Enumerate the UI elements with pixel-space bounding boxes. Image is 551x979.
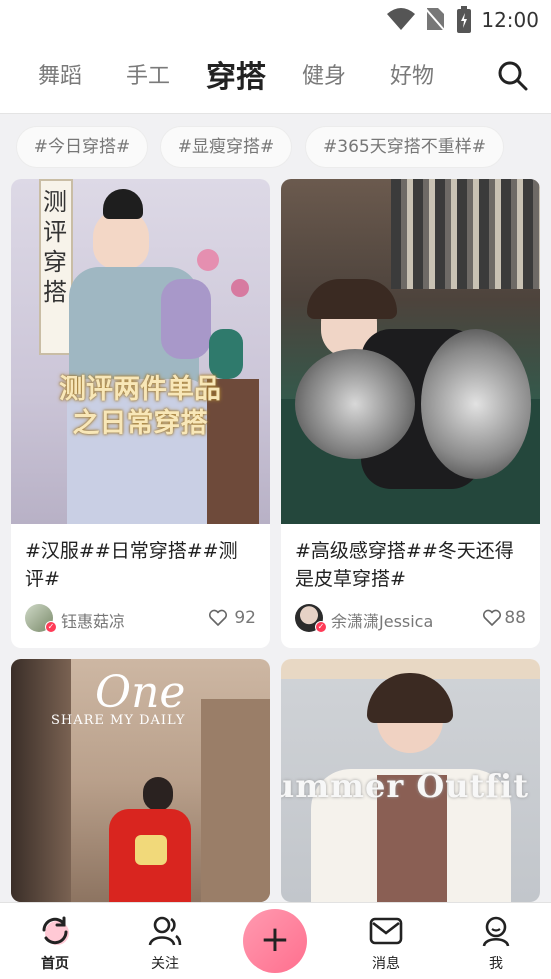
nav-follow[interactable]: 关注 bbox=[135, 913, 195, 973]
plus-icon: + bbox=[259, 919, 291, 960]
figure-sleeve bbox=[161, 279, 211, 359]
author-name[interactable]: 余潇潇Jessica bbox=[331, 608, 433, 632]
overlay-title: 之日常穿搭 bbox=[72, 408, 208, 439]
nav-messages[interactable]: 消息 bbox=[356, 913, 416, 973]
card-image: 测评穿搭 测评两件单品 之日常穿搭 bbox=[11, 179, 270, 524]
card-caption: #高级感穿搭##冬天还得是皮草穿搭# bbox=[295, 540, 514, 590]
overlay-subtitle: SHARE MY DAILY bbox=[51, 713, 186, 728]
like-count: 92 bbox=[234, 608, 256, 628]
sweater-print bbox=[135, 835, 167, 865]
wall bbox=[201, 699, 270, 902]
feed-card[interactable]: One SHARE MY DAILY bbox=[11, 659, 270, 902]
tab-handcraft[interactable]: 手工 bbox=[126, 58, 170, 90]
like-count: 88 bbox=[504, 608, 526, 628]
verified-icon: ✓ bbox=[45, 621, 57, 633]
card-image: One SHARE MY DAILY bbox=[11, 659, 270, 902]
author-name[interactable]: 钰惠菇凉 bbox=[61, 608, 125, 632]
profile-icon bbox=[482, 916, 510, 947]
overlay-script-text: One bbox=[95, 667, 186, 718]
fur-coat bbox=[421, 329, 531, 479]
nav-me[interactable]: 我 bbox=[466, 913, 526, 973]
overlay-text: ummer Outfit bbox=[281, 767, 529, 805]
figure-hair bbox=[307, 279, 397, 319]
tab-outfit[interactable]: 穿搭 bbox=[206, 48, 272, 96]
clothes-rack bbox=[391, 179, 540, 289]
status-bar: 12:00 bbox=[0, 0, 551, 40]
figure-hair bbox=[367, 673, 453, 723]
tab-goods[interactable]: 好物 bbox=[390, 58, 434, 90]
nav-home[interactable]: 首页 bbox=[25, 913, 85, 973]
flower bbox=[197, 249, 219, 271]
refresh-icon bbox=[42, 916, 69, 945]
hashtag-chip[interactable]: #365天穿搭不重样# bbox=[305, 126, 504, 168]
wifi-icon bbox=[387, 8, 415, 30]
card-caption: #汉服##日常穿搭##测评# bbox=[25, 540, 238, 590]
feed-card[interactable]: 测评穿搭 测评两件单品 之日常穿搭 #汉服##日常穿搭##测评# ✓ 钰惠菇凉 … bbox=[11, 179, 270, 648]
figure-hair bbox=[103, 189, 143, 219]
hashtag-chip[interactable]: #显瘦穿搭# bbox=[160, 126, 292, 168]
verified-icon: ✓ bbox=[315, 621, 327, 633]
clock: 12:00 bbox=[481, 8, 539, 32]
nav-follow-label: 关注 bbox=[151, 956, 179, 972]
fur-coat bbox=[295, 349, 415, 459]
card-image bbox=[281, 179, 540, 524]
battery-icon bbox=[457, 6, 471, 33]
nav-home-label: 首页 bbox=[41, 956, 69, 972]
heart-icon[interactable] bbox=[208, 608, 228, 628]
nav-messages-label: 消息 bbox=[372, 956, 400, 972]
nav-me-label: 我 bbox=[489, 956, 503, 972]
no-sim-icon bbox=[424, 7, 446, 32]
hashtag-chip[interactable]: #今日穿搭# bbox=[16, 126, 148, 168]
flower bbox=[231, 279, 249, 297]
bottom-nav: 首页 关注 + 消息 我 bbox=[0, 902, 551, 979]
category-tabs: 舞蹈 手工 穿搭 健身 好物 bbox=[0, 40, 551, 114]
users-icon bbox=[148, 916, 182, 946]
search-icon[interactable] bbox=[497, 60, 529, 92]
feed-card[interactable]: ummer Outfit bbox=[281, 659, 540, 902]
door-frame bbox=[11, 659, 71, 902]
overlay-vertical-text: 测评穿搭 bbox=[43, 188, 67, 306]
create-post-button[interactable]: + bbox=[243, 909, 307, 973]
heart-icon[interactable] bbox=[482, 608, 502, 628]
tab-fitness[interactable]: 健身 bbox=[302, 58, 346, 90]
figure-head bbox=[143, 777, 173, 811]
tab-dance[interactable]: 舞蹈 bbox=[38, 58, 82, 90]
card-image: ummer Outfit bbox=[281, 659, 540, 902]
feed-card[interactable]: #高级感穿搭##冬天还得是皮草穿搭# ✓ 余潇潇Jessica 88 bbox=[281, 179, 540, 648]
mail-icon bbox=[369, 917, 403, 945]
